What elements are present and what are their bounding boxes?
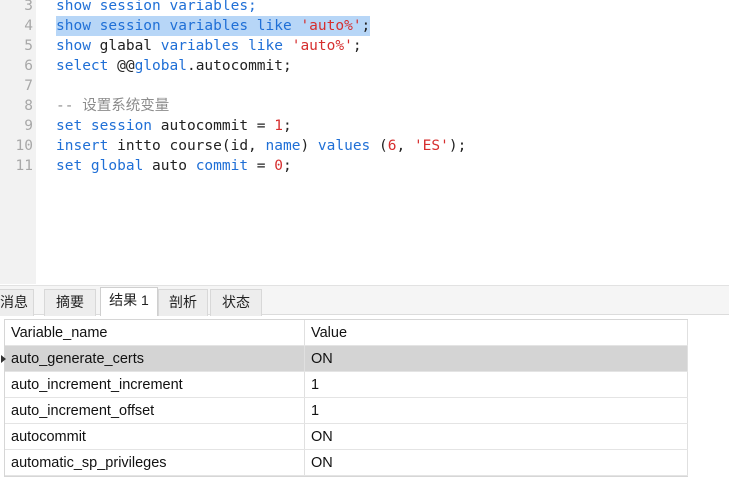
code-token: select <box>56 58 118 74</box>
code-line[interactable]: 6 select @@global.autocommit; <box>0 56 729 76</box>
code-token: ; <box>361 18 371 34</box>
cell-value[interactable]: 1 <box>305 398 688 423</box>
code-text[interactable]: show glabal variables like 'auto%'; <box>56 36 362 56</box>
code-text[interactable]: set global auto commit = 0; <box>56 156 292 176</box>
code-token: name <box>265 138 301 154</box>
tab-profile[interactable]: 剖析 <box>158 289 208 316</box>
line-number: 5 <box>24 38 33 54</box>
cell-variable-name[interactable]: auto_increment_increment <box>5 372 305 397</box>
code-line[interactable]: 9 set session autocommit = 1; <box>0 116 729 136</box>
code-token: 0 <box>274 158 283 174</box>
code-token: , <box>396 138 414 154</box>
table-row[interactable]: autocommit ON <box>5 424 688 450</box>
code-token: insert <box>56 138 118 154</box>
code-token: variables like <box>160 38 292 54</box>
code-token: .autocommit; <box>186 58 292 74</box>
code-token: show <box>56 38 100 54</box>
code-token: intto course(id, <box>117 138 266 154</box>
cell-value[interactable]: ON <box>305 346 688 371</box>
code-token: show session variables like <box>56 18 301 34</box>
tab-status[interactable]: 状态 <box>210 289 262 316</box>
cell-variable-name[interactable]: autocommit <box>5 424 305 449</box>
table-row[interactable]: auto_generate_certs ON <box>1 346 688 372</box>
code-token: ( <box>379 138 388 154</box>
table-row[interactable]: automatic_sp_privileges ON <box>5 450 688 476</box>
line-number: 9 <box>24 118 33 134</box>
table-row[interactable]: auto_increment_increment 1 <box>5 372 688 398</box>
code-token: 'auto%' <box>300 18 362 34</box>
code-text[interactable]: select @@global.autocommit; <box>56 56 292 76</box>
code-token: values <box>317 138 380 154</box>
code-line[interactable]: 8 -- 设置系统变量 <box>0 96 729 116</box>
line-number: 4 <box>24 18 33 34</box>
code-text[interactable]: show session variables; <box>56 0 257 16</box>
line-number: 6 <box>24 58 33 74</box>
code-line[interactable]: 3 show session variables; <box>0 0 729 16</box>
line-number: 10 <box>15 138 33 154</box>
code-token: -- 设置系统变量 <box>56 98 170 114</box>
code-token: = <box>256 158 275 174</box>
code-token: set session <box>56 118 161 134</box>
cell-value[interactable]: 1 <box>305 372 688 397</box>
code-token: show session variables; <box>56 0 257 14</box>
tab-messages[interactable]: 消息 <box>0 289 34 316</box>
code-token: set global <box>56 158 153 174</box>
code-line[interactable]: 10 insert intto course(id, name) values (… <box>0 136 729 156</box>
cell-value[interactable]: ON <box>305 450 688 475</box>
tab-summary[interactable]: 摘要 <box>44 289 96 316</box>
cell-variable-name[interactable]: auto_increment_offset <box>5 398 305 423</box>
selected-code-text[interactable]: show session variables like 'auto%'; <box>56 16 371 36</box>
grid-header-row: Variable_name Value <box>5 320 688 346</box>
cell-variable-name[interactable]: automatic_sp_privileges <box>5 450 305 475</box>
column-header-value[interactable]: Value <box>305 320 688 345</box>
result-grid[interactable]: Variable_name Value auto_generate_certs … <box>1 319 688 477</box>
code-token: ; <box>352 38 362 54</box>
code-line[interactable]: 4 show session variables like 'auto%'; <box>0 16 729 36</box>
line-number: 8 <box>24 98 33 114</box>
code-token: 'auto%' <box>291 38 353 54</box>
line-number: 3 <box>24 0 33 14</box>
code-token: ; <box>283 118 292 134</box>
code-token: commit <box>195 158 257 174</box>
code-line[interactable]: 7 <box>0 76 729 96</box>
code-token: ); <box>448 138 467 154</box>
cell-value[interactable]: ON <box>305 424 688 449</box>
column-header-variable-name[interactable]: Variable_name <box>5 320 305 345</box>
code-text[interactable]: set session autocommit = 1; <box>56 116 292 136</box>
code-token: 'ES' <box>413 138 449 154</box>
cell-variable-name[interactable]: auto_generate_certs <box>5 346 305 371</box>
code-token: @@ <box>117 58 135 74</box>
code-token: ; <box>283 158 292 174</box>
sql-editor[interactable]: 3 show session variables; 4 show session va… <box>0 0 729 284</box>
code-token: global <box>134 58 187 74</box>
code-token: ) <box>300 138 318 154</box>
result-tabbar: 消息 摘要 结果 1 剖析 状态 <box>0 285 729 316</box>
tab-result-1[interactable]: 结果 1 <box>100 287 158 316</box>
line-number: 7 <box>24 78 33 94</box>
code-token: autocommit = <box>160 118 275 134</box>
code-text[interactable]: -- 设置系统变量 <box>56 96 169 116</box>
code-line[interactable]: 5 show glabal variables like 'auto%'; <box>0 36 729 56</box>
table-row[interactable]: auto_increment_offset 1 <box>5 398 688 424</box>
code-token: glabal <box>99 38 161 54</box>
line-number: 11 <box>15 158 33 174</box>
code-line[interactable]: 11 set global auto commit = 0; <box>0 156 729 176</box>
code-token: auto <box>152 158 196 174</box>
code-token: 1 <box>274 118 283 134</box>
code-text[interactable]: insert intto course(id, name) values (6,… <box>56 136 466 156</box>
